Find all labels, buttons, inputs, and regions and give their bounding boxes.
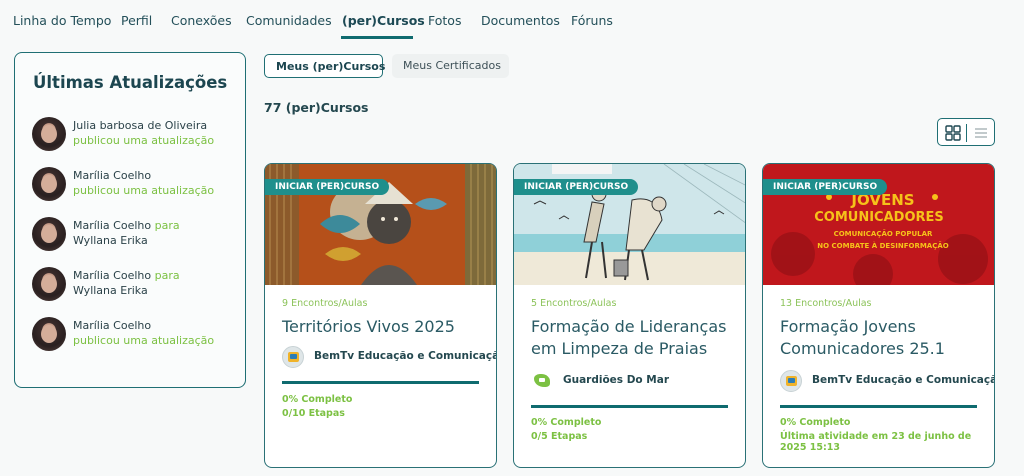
update-item[interactable]: Marília Coelho para Wyllana Erika xyxy=(32,267,242,307)
update-action: publicou uma atualização xyxy=(73,134,215,147)
grid-icon[interactable] xyxy=(944,124,962,142)
course-title[interactable]: Formação Jovens Comunicadores 25.1 xyxy=(780,316,985,360)
tab-perfil[interactable]: Perfil xyxy=(121,13,152,28)
course-organization[interactable]: BemTv Educação e Comunicação xyxy=(282,346,496,368)
tab-percursos[interactable]: (per)Cursos xyxy=(342,13,425,28)
update-action: publicou uma atualização xyxy=(73,184,215,197)
course-card[interactable]: JOVENS COMUNICADORES COMUNICAÇÃO POPULAR… xyxy=(762,163,995,468)
profile-nav: Linha do Tempo Perfil Conexões Comunidad… xyxy=(0,0,1024,40)
progress-steps: 0/5 Etapas xyxy=(531,431,588,442)
banner-text-3: COMUNICAÇÃO POPULAR xyxy=(834,229,933,238)
tab-conexoes[interactable]: Conexões xyxy=(171,13,232,28)
progress-percent: 0% Completo xyxy=(531,417,602,428)
toggle-separator xyxy=(966,124,967,142)
active-tab-indicator xyxy=(341,36,413,39)
my-courses-tab[interactable]: Meus (per)Cursos xyxy=(264,54,385,78)
update-author[interactable]: Marília Coelho xyxy=(73,169,151,182)
start-course-badge[interactable]: INICIAR (PER)CURSO xyxy=(265,179,390,195)
tab-linha-do-tempo[interactable]: Linha do Tempo xyxy=(13,13,111,28)
update-target[interactable]: Wyllana Erika xyxy=(73,234,148,247)
banner-text-2: COMUNICADORES xyxy=(814,210,944,225)
avatar[interactable] xyxy=(32,267,66,301)
update-item[interactable]: Julia barbosa de Oliveira publicou uma a… xyxy=(32,117,242,157)
list-icon[interactable] xyxy=(972,124,990,142)
organization-name[interactable]: Guardiões Do Mar xyxy=(563,374,669,386)
course-card[interactable]: INICIAR (PER)CURSO 9 Encontros/Aulas Ter… xyxy=(264,163,497,468)
encounters-count: 5 Encontros/Aulas xyxy=(531,298,617,309)
tab-comunidades[interactable]: Comunidades xyxy=(246,13,332,28)
organization-logo-icon xyxy=(531,370,553,392)
update-item[interactable]: Marília Coelho para Wyllana Erika xyxy=(32,217,242,257)
last-activity: Última atividade em 23 de junho de 2025 … xyxy=(780,431,972,453)
progress-bar xyxy=(780,405,977,408)
avatar[interactable] xyxy=(32,317,66,351)
course-count: 77 (per)Cursos xyxy=(264,100,369,115)
view-toggle xyxy=(937,118,995,146)
avatar[interactable] xyxy=(32,167,66,201)
avatar[interactable] xyxy=(32,117,66,151)
organization-logo-icon xyxy=(780,370,802,392)
update-connector: para xyxy=(154,219,180,232)
banner-text-4: NO COMBATE À DESINFORMAÇÃO xyxy=(817,241,949,250)
organization-name[interactable]: BemTv Educação e Comunicação xyxy=(314,350,496,362)
latest-updates-panel: Últimas Atualizações Julia barbosa de Ol… xyxy=(14,52,246,388)
update-action: publicou uma atualização xyxy=(73,334,215,347)
progress-percent: 0% Completo xyxy=(282,394,353,405)
progress-steps: 0/10 Etapas xyxy=(282,408,345,419)
latest-updates-title: Últimas Atualizações xyxy=(33,73,228,92)
organization-logo-icon xyxy=(282,346,304,368)
update-item[interactable]: Marília Coelho publicou uma atualização xyxy=(32,167,242,207)
start-course-badge[interactable]: INICIAR (PER)CURSO xyxy=(514,179,639,195)
organization-name[interactable]: BemTv Educação e Comunicação xyxy=(812,374,994,386)
tab-foruns[interactable]: Fóruns xyxy=(571,13,613,28)
tab-documentos[interactable]: Documentos xyxy=(481,13,560,28)
course-organization[interactable]: BemTv Educação e Comunicação xyxy=(780,370,994,392)
update-author[interactable]: Marília Coelho xyxy=(73,269,151,282)
start-course-badge[interactable]: INICIAR (PER)CURSO xyxy=(763,179,888,195)
course-title[interactable]: Territórios Vivos 2025 xyxy=(282,316,487,338)
update-item[interactable]: Marília Coelho publicou uma atualização xyxy=(32,317,242,357)
update-author[interactable]: Marília Coelho xyxy=(73,319,151,332)
course-card[interactable]: INICIAR (PER)CURSO 5 Encontros/Aulas For… xyxy=(513,163,746,468)
update-connector: para xyxy=(154,269,180,282)
encounters-count: 9 Encontros/Aulas xyxy=(282,298,368,309)
encounters-count: 13 Encontros/Aulas xyxy=(780,298,872,309)
progress-bar xyxy=(531,405,728,408)
update-author[interactable]: Marília Coelho xyxy=(73,219,151,232)
course-organization[interactable]: Guardiões Do Mar xyxy=(531,370,741,392)
tab-fotos[interactable]: Fotos xyxy=(428,13,461,28)
avatar[interactable] xyxy=(32,217,66,251)
update-target[interactable]: Wyllana Erika xyxy=(73,284,148,297)
my-certificates-tab[interactable]: Meus Certificados xyxy=(392,54,509,78)
progress-bar xyxy=(282,381,479,384)
update-author[interactable]: Julia barbosa de Oliveira xyxy=(73,119,207,132)
course-title[interactable]: Formação de Lideranças em Limpeza de Pra… xyxy=(531,316,736,360)
progress-percent: 0% Completo xyxy=(780,417,851,428)
